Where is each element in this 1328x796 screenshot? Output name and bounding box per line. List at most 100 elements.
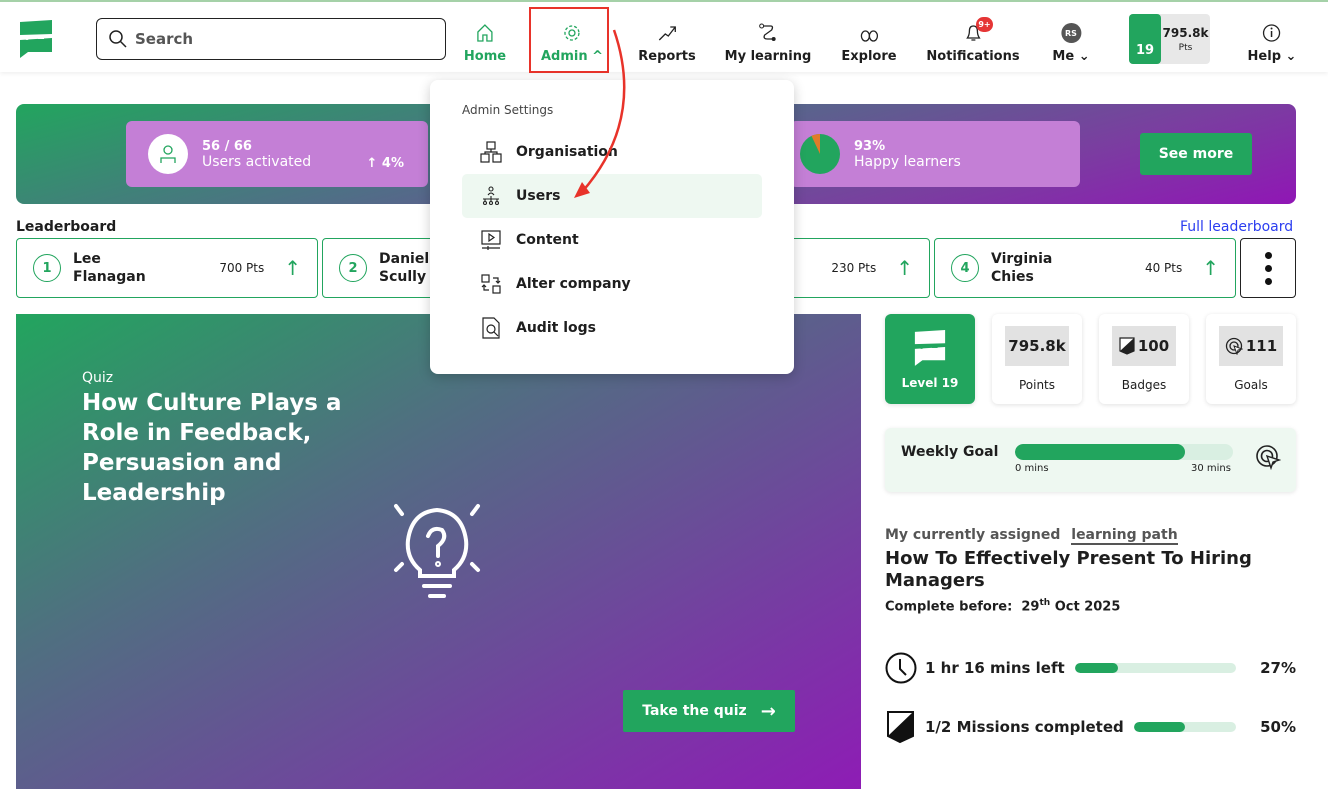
badge-shield-icon bbox=[887, 711, 914, 744]
nav-label: Explore bbox=[841, 49, 897, 64]
level-tile[interactable]: Level 19 bbox=[885, 314, 975, 404]
quiz-title: How Culture Plays a Role in Feedback, Pe… bbox=[82, 390, 342, 506]
date-suffix: th bbox=[1039, 598, 1051, 608]
more-options-button[interactable] bbox=[1240, 238, 1296, 298]
goals-value: 111 bbox=[1245, 337, 1278, 355]
chevron-down-icon: ⌄ bbox=[1285, 49, 1297, 64]
path-icon bbox=[759, 23, 776, 41]
complete-before: Complete before: 29th Oct 2025 bbox=[885, 598, 1120, 614]
org-chart-icon bbox=[480, 141, 502, 163]
complete-label: Complete before: bbox=[885, 599, 1013, 615]
logo-icon bbox=[914, 330, 946, 366]
weekly-goal-fill bbox=[1015, 444, 1186, 460]
learning-path-caption: My currently assigned learning path bbox=[885, 527, 1178, 545]
leaderboard-entry[interactable]: 1 Lee Flanagan 700 Pts ↑ bbox=[16, 238, 318, 298]
arrow-up-icon: ↑ bbox=[896, 256, 913, 280]
rank-badge: 2 bbox=[339, 254, 367, 282]
rank-badge: 4 bbox=[951, 254, 979, 282]
points-unit: Pts bbox=[1178, 42, 1193, 53]
menu-item-label: Content bbox=[516, 232, 579, 248]
users-change: 4% bbox=[381, 155, 404, 171]
happy-label: Happy learners bbox=[854, 154, 961, 170]
menu-item-alter-company[interactable]: Alter company bbox=[462, 262, 762, 306]
entry-name: Lee Flanagan bbox=[73, 251, 146, 285]
arrow-up-icon: ↑ bbox=[1202, 256, 1219, 280]
goals-label: Goals bbox=[1234, 378, 1268, 392]
nav-label: Reports bbox=[638, 49, 696, 64]
search-placeholder: Search bbox=[135, 30, 194, 48]
menu-item-audit-logs[interactable]: Audit logs bbox=[462, 306, 762, 350]
trend-icon bbox=[658, 26, 676, 41]
caption-prefix: My currently assigned bbox=[885, 527, 1061, 543]
nav-home[interactable]: Home bbox=[464, 12, 506, 64]
quiz-label: Quiz bbox=[82, 370, 114, 386]
points-value: 795.8k bbox=[1005, 326, 1069, 366]
menu-item-label: Alter company bbox=[516, 276, 631, 292]
points-label: Points bbox=[1018, 378, 1056, 392]
nav-explore[interactable]: Explore bbox=[841, 12, 897, 64]
arrow-up-icon: ↑ bbox=[366, 155, 378, 171]
learning-path-link[interactable]: learning path bbox=[1071, 527, 1178, 545]
menu-item-label: Audit logs bbox=[516, 320, 596, 336]
happy-learners-card: 93% Happy learners bbox=[790, 121, 1080, 187]
goals-tile[interactable]: 111 Goals bbox=[1206, 314, 1296, 404]
logo-icon[interactable] bbox=[18, 18, 54, 58]
home-icon bbox=[477, 24, 493, 42]
switch-icon bbox=[481, 274, 501, 294]
nav-notifications[interactable]: Notifications bbox=[926, 12, 1020, 64]
badge-shield-icon bbox=[1119, 337, 1135, 355]
users-activated-card: 56 / 66 Users activated ↑ 4% bbox=[126, 121, 428, 187]
document-search-icon bbox=[482, 317, 500, 339]
help-label: Help bbox=[1247, 49, 1282, 64]
menu-item-content[interactable]: Content bbox=[462, 218, 762, 262]
leaderboard-entry[interactable]: 4 Virginia Chies 40 Pts ↑ bbox=[934, 238, 1236, 298]
quiz-card[interactable]: Quiz How Culture Plays a Role in Feedbac… bbox=[16, 314, 861, 789]
full-leaderboard-link[interactable]: Full leaderboard bbox=[1180, 219, 1293, 235]
weekly-max-label: 30 mins bbox=[1191, 463, 1231, 474]
search-icon bbox=[109, 30, 127, 48]
level-value: 19 bbox=[1135, 43, 1155, 58]
missions-label: 1/2 Missions completed bbox=[925, 718, 1124, 736]
date-day: 29 bbox=[1021, 599, 1040, 615]
points-chip[interactable]: 19 795.8k Pts bbox=[1129, 14, 1210, 64]
target-cursor-icon bbox=[1225, 337, 1243, 355]
learning-path-title[interactable]: How To Effectively Present To Hiring Man… bbox=[885, 548, 1285, 592]
points-tile[interactable]: 795.8k Points bbox=[992, 314, 1082, 404]
users-value: 56 / 66 bbox=[202, 139, 252, 154]
entry-name: Virginia Chies bbox=[991, 251, 1053, 285]
see-more-button[interactable]: See more bbox=[1140, 133, 1252, 175]
time-percent: 27% bbox=[1260, 659, 1296, 677]
binoculars-icon bbox=[860, 30, 878, 42]
nav-me[interactable]: RS Me ⌄ bbox=[1052, 12, 1090, 64]
take-quiz-button[interactable]: Take the quiz → bbox=[623, 690, 795, 732]
level-badge: 19 bbox=[1129, 14, 1161, 64]
nav-label: My learning bbox=[724, 49, 812, 64]
weekly-min-label: 0 mins bbox=[1015, 463, 1049, 474]
points-value: 795.8k bbox=[1162, 25, 1209, 40]
badges-tile[interactable]: 100 Badges bbox=[1099, 314, 1189, 404]
user-icon bbox=[148, 134, 188, 174]
avatar: RS bbox=[1060, 23, 1081, 43]
nav-reports[interactable]: Reports bbox=[638, 12, 696, 64]
nav-help[interactable]: Help ⌄ bbox=[1247, 12, 1297, 64]
nav-label: Me ⌄ bbox=[1052, 49, 1089, 64]
nav-label: Home bbox=[463, 49, 507, 64]
menu-item-label: Users bbox=[516, 188, 561, 204]
level-label: Level 19 bbox=[901, 376, 959, 390]
arrow-right-icon: → bbox=[760, 700, 776, 722]
time-left-label: 1 hr 16 mins left bbox=[925, 659, 1065, 677]
missions-row: 1/2 Missions completed 50% bbox=[885, 710, 1296, 744]
badges-value: 100 bbox=[1137, 337, 1170, 355]
top-nav: Search Home Admin ^ Reports My learning … bbox=[0, 0, 1328, 73]
happy-value: 93% bbox=[854, 139, 886, 154]
entry-points: 40 Pts bbox=[1144, 261, 1183, 275]
arrow-up-icon: ↑ bbox=[284, 256, 301, 280]
me-label: Me bbox=[1052, 49, 1075, 64]
nav-my-learning[interactable]: My learning bbox=[724, 12, 812, 64]
search-input[interactable]: Search bbox=[96, 18, 446, 60]
time-progress bbox=[1074, 663, 1237, 673]
badges-label: Badges bbox=[1121, 378, 1167, 392]
clock-icon bbox=[885, 652, 917, 684]
target-cursor-icon bbox=[1256, 445, 1281, 470]
missions-progress-fill bbox=[1133, 722, 1185, 732]
